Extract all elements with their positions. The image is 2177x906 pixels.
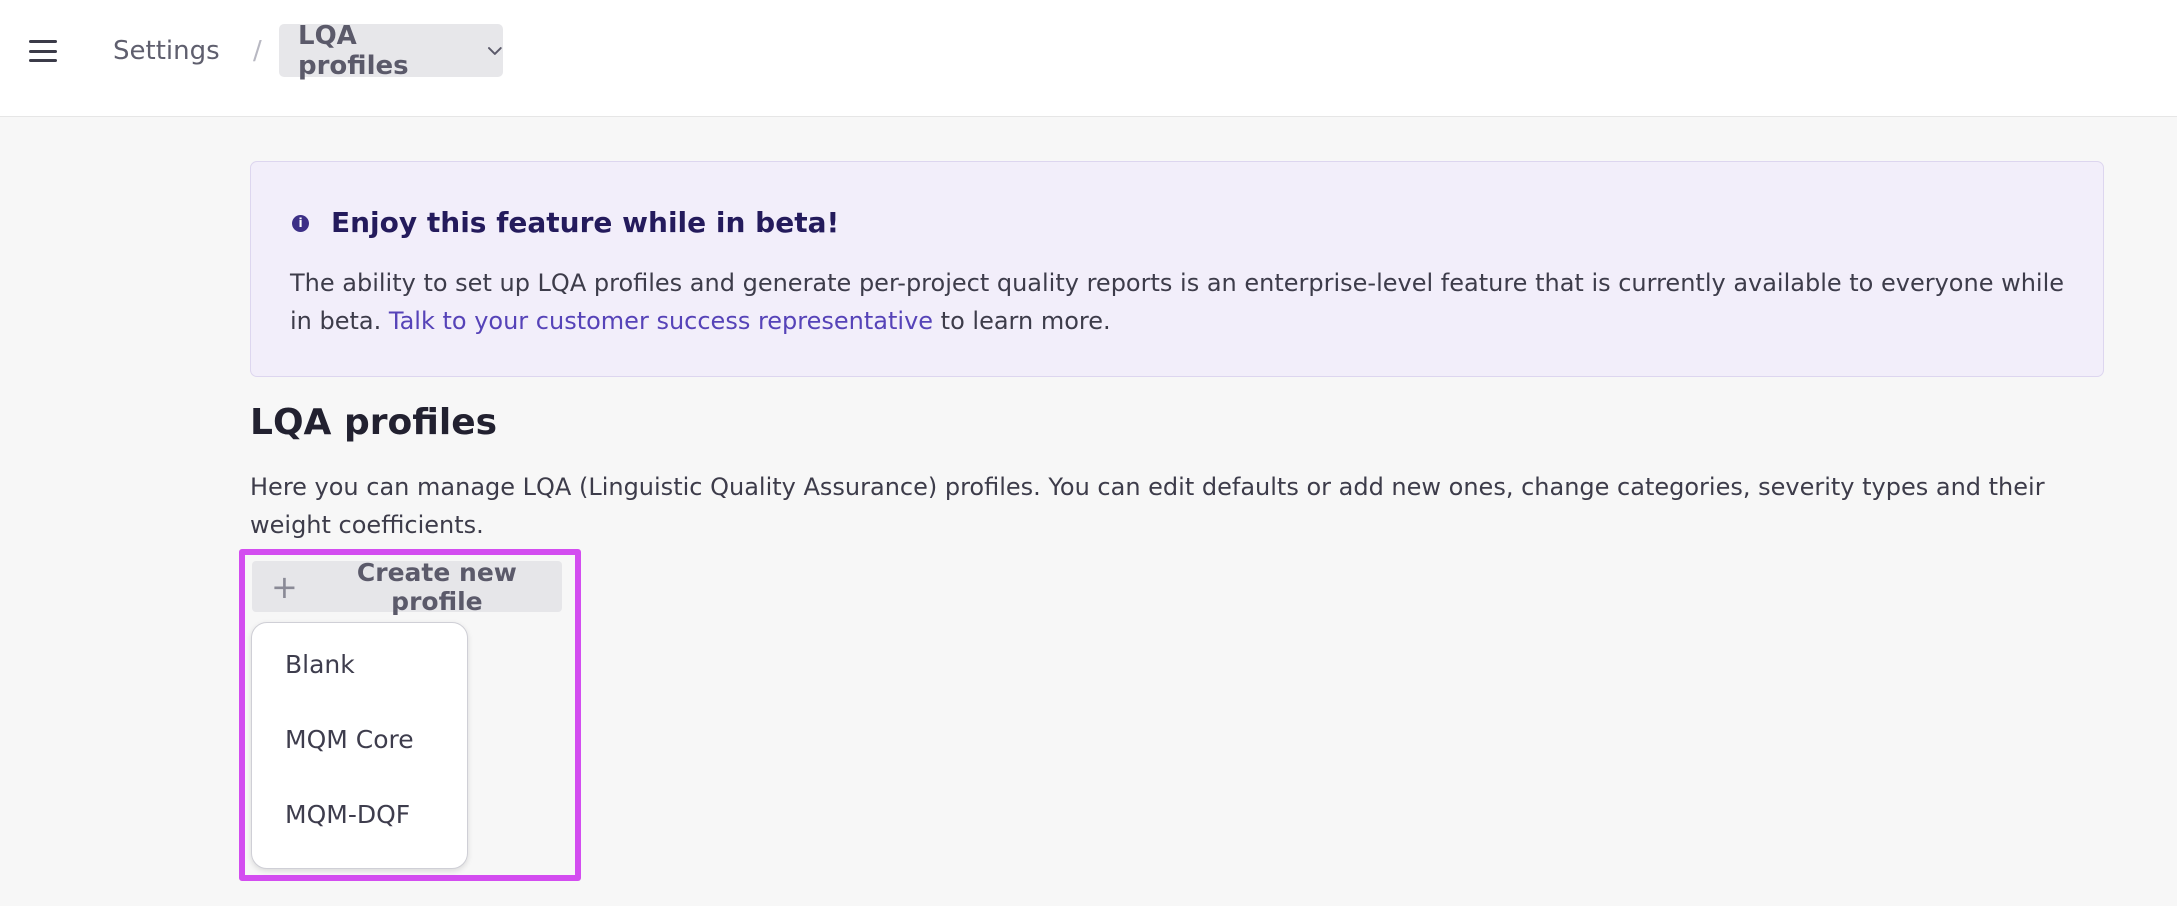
chevron-down-icon <box>488 46 503 55</box>
beta-notice: i Enjoy this feature while in beta! The … <box>250 161 2104 377</box>
breadcrumb-separator: / <box>253 36 262 66</box>
menu-item-mqm-core[interactable]: MQM Core <box>285 723 414 757</box>
beta-text-after: to learn more. <box>933 307 1111 335</box>
breadcrumb-current-label: LQA profiles <box>298 20 409 81</box>
info-icon: i <box>292 215 309 232</box>
menu-item-mqm-dqf[interactable]: MQM-DQF <box>285 798 410 832</box>
customer-success-link[interactable]: Talk to your customer success representa… <box>389 307 933 335</box>
profile-template-menu: Blank MQM Core MQM-DQF <box>251 622 468 869</box>
breadcrumb-current-dropdown[interactable]: LQA profiles <box>279 21 503 81</box>
beta-notice-title: Enjoy this feature while in beta! <box>331 206 840 239</box>
create-new-profile-label: Create new profile <box>356 557 517 616</box>
breadcrumb-settings[interactable]: Settings <box>113 34 220 68</box>
page-description: Here you can manage LQA (Linguistic Qual… <box>250 473 2045 539</box>
beta-notice-text: The ability to set up LQA profiles and g… <box>290 264 2080 340</box>
hamburger-icon[interactable] <box>29 38 57 64</box>
menu-item-blank[interactable]: Blank <box>285 648 355 682</box>
plus-icon: + <box>271 567 298 606</box>
top-bar: Settings / LQA profiles <box>0 0 2177 117</box>
page-title: LQA profiles <box>250 402 498 443</box>
create-new-profile-button[interactable]: + Create new profile <box>252 558 562 616</box>
